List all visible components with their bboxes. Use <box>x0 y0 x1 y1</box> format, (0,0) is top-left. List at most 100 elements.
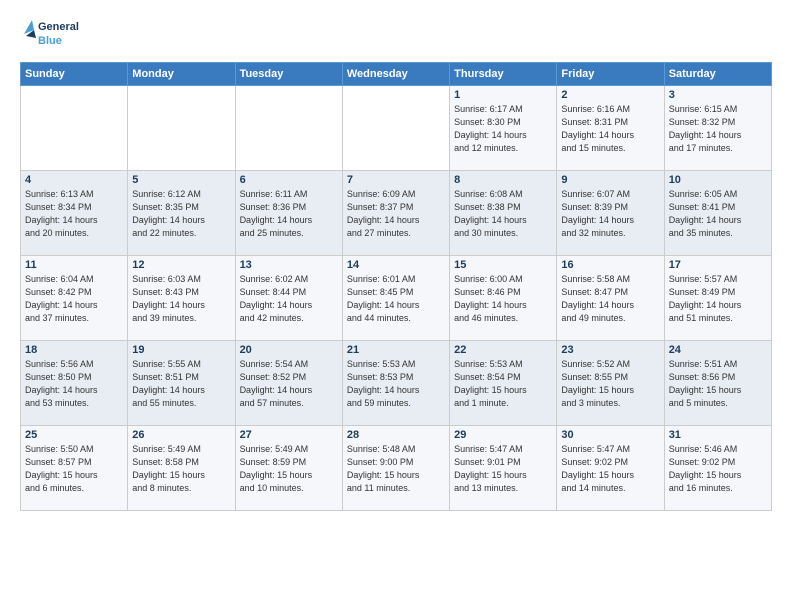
empty-cell <box>128 86 235 171</box>
day-number: 27 <box>240 429 338 441</box>
calendar-day-25: 25 Sunrise: 5:50 AM Sunset: 8:57 PM Dayli… <box>21 426 128 511</box>
day-info: Sunrise: 6:07 AM Sunset: 8:39 PM Dayligh… <box>561 188 659 240</box>
day-info: Sunrise: 6:03 AM Sunset: 8:43 PM Dayligh… <box>132 273 230 325</box>
day-info: Sunrise: 6:09 AM Sunset: 8:37 PM Dayligh… <box>347 188 445 240</box>
calendar-day-16: 16 Sunrise: 5:58 AM Sunset: 8:47 PM Dayli… <box>557 256 664 341</box>
day-number: 21 <box>347 344 445 356</box>
calendar-day-10: 10 Sunrise: 6:05 AM Sunset: 8:41 PM Dayli… <box>664 171 771 256</box>
logo-svg: General Blue <box>20 16 80 52</box>
header: General Blue <box>20 16 772 52</box>
day-info: Sunrise: 5:52 AM Sunset: 8:55 PM Dayligh… <box>561 358 659 410</box>
day-number: 1 <box>454 89 552 101</box>
calendar-week-3: 11 Sunrise: 6:04 AM Sunset: 8:42 PM Dayli… <box>21 256 772 341</box>
day-number: 24 <box>669 344 767 356</box>
day-info: Sunrise: 5:53 AM Sunset: 8:54 PM Dayligh… <box>454 358 552 410</box>
calendar-day-22: 22 Sunrise: 5:53 AM Sunset: 8:54 PM Dayli… <box>450 341 557 426</box>
day-info: Sunrise: 5:47 AM Sunset: 9:02 PM Dayligh… <box>561 443 659 495</box>
calendar-day-27: 27 Sunrise: 5:49 AM Sunset: 8:59 PM Dayli… <box>235 426 342 511</box>
calendar-day-17: 17Sunrise: 5:57 AM Sunset: 8:49 PM Dayli… <box>664 256 771 341</box>
svg-text:General: General <box>38 21 79 33</box>
day-info: Sunrise: 6:02 AM Sunset: 8:44 PM Dayligh… <box>240 273 338 325</box>
calendar-day-18: 18Sunrise: 5:56 AM Sunset: 8:50 PM Dayli… <box>21 341 128 426</box>
day-info: Sunrise: 5:58 AM Sunset: 8:47 PM Dayligh… <box>561 273 659 325</box>
day-info: Sunrise: 5:51 AM Sunset: 8:56 PM Dayligh… <box>669 358 767 410</box>
empty-cell <box>21 86 128 171</box>
calendar-day-2: 2 Sunrise: 6:16 AM Sunset: 8:31 PM Daylig… <box>557 86 664 171</box>
calendar-day-13: 13Sunrise: 6:02 AM Sunset: 8:44 PM Dayli… <box>235 256 342 341</box>
day-number: 7 <box>347 174 445 186</box>
day-number: 5 <box>132 174 230 186</box>
day-info: Sunrise: 6:16 AM Sunset: 8:31 PM Dayligh… <box>561 103 659 155</box>
calendar-week-2: 4 Sunrise: 6:13 AM Sunset: 8:34 PM Daylig… <box>21 171 772 256</box>
calendar-week-5: 25 Sunrise: 5:50 AM Sunset: 8:57 PM Dayli… <box>21 426 772 511</box>
day-number: 12 <box>132 259 230 271</box>
day-number: 20 <box>240 344 338 356</box>
day-number: 4 <box>25 174 123 186</box>
day-info: Sunrise: 6:04 AM Sunset: 8:42 PM Dayligh… <box>25 273 123 325</box>
calendar-table: SundayMondayTuesdayWednesdayThursdayFrid… <box>20 62 772 511</box>
calendar-day-28: 28 Sunrise: 5:48 AM Sunset: 9:00 PM Dayli… <box>342 426 449 511</box>
day-info: Sunrise: 5:49 AM Sunset: 8:59 PM Dayligh… <box>240 443 338 495</box>
day-info: Sunrise: 5:50 AM Sunset: 8:57 PM Dayligh… <box>25 443 123 495</box>
day-number: 30 <box>561 429 659 441</box>
day-info: Sunrise: 6:08 AM Sunset: 8:38 PM Dayligh… <box>454 188 552 240</box>
day-number: 25 <box>25 429 123 441</box>
day-info: Sunrise: 6:00 AM Sunset: 8:46 PM Dayligh… <box>454 273 552 325</box>
day-number: 22 <box>454 344 552 356</box>
calendar-day-5: 5 Sunrise: 6:12 AM Sunset: 8:35 PM Daylig… <box>128 171 235 256</box>
calendar-day-15: 15 Sunrise: 6:00 AM Sunset: 8:46 PM Dayli… <box>450 256 557 341</box>
day-number: 17 <box>669 259 767 271</box>
weekday-tuesday: Tuesday <box>235 63 342 86</box>
day-info: Sunrise: 6:13 AM Sunset: 8:34 PM Dayligh… <box>25 188 123 240</box>
day-number: 15 <box>454 259 552 271</box>
calendar-day-14: 14 Sunrise: 6:01 AM Sunset: 8:45 PM Dayli… <box>342 256 449 341</box>
day-info: Sunrise: 6:11 AM Sunset: 8:36 PM Dayligh… <box>240 188 338 240</box>
calendar-day-24: 24 Sunrise: 5:51 AM Sunset: 8:56 PM Dayli… <box>664 341 771 426</box>
day-number: 29 <box>454 429 552 441</box>
day-info: Sunrise: 6:12 AM Sunset: 8:35 PM Dayligh… <box>132 188 230 240</box>
day-number: 16 <box>561 259 659 271</box>
calendar-day-12: 12 Sunrise: 6:03 AM Sunset: 8:43 PM Dayli… <box>128 256 235 341</box>
empty-cell <box>235 86 342 171</box>
calendar-day-11: 11 Sunrise: 6:04 AM Sunset: 8:42 PM Dayli… <box>21 256 128 341</box>
day-number: 31 <box>669 429 767 441</box>
page: General Blue SundayMondayTuesdayWednesda… <box>0 0 792 612</box>
calendar-day-6: 6Sunrise: 6:11 AM Sunset: 8:36 PM Daylig… <box>235 171 342 256</box>
weekday-header-row: SundayMondayTuesdayWednesdayThursdayFrid… <box>21 63 772 86</box>
day-number: 9 <box>561 174 659 186</box>
calendar-day-26: 26 Sunrise: 5:49 AM Sunset: 8:58 PM Dayli… <box>128 426 235 511</box>
day-number: 11 <box>25 259 123 271</box>
logo: General Blue <box>20 16 80 52</box>
calendar-day-8: 8Sunrise: 6:08 AM Sunset: 8:38 PM Daylig… <box>450 171 557 256</box>
calendar-day-9: 9 Sunrise: 6:07 AM Sunset: 8:39 PM Daylig… <box>557 171 664 256</box>
calendar-day-30: 30 Sunrise: 5:47 AM Sunset: 9:02 PM Dayli… <box>557 426 664 511</box>
day-number: 10 <box>669 174 767 186</box>
calendar-day-3: 3Sunrise: 6:15 AM Sunset: 8:32 PM Daylig… <box>664 86 771 171</box>
day-info: Sunrise: 6:05 AM Sunset: 8:41 PM Dayligh… <box>669 188 767 240</box>
day-number: 3 <box>669 89 767 101</box>
calendar-day-1: 1Sunrise: 6:17 AM Sunset: 8:30 PM Daylig… <box>450 86 557 171</box>
day-info: Sunrise: 5:54 AM Sunset: 8:52 PM Dayligh… <box>240 358 338 410</box>
weekday-sunday: Sunday <box>21 63 128 86</box>
day-info: Sunrise: 5:53 AM Sunset: 8:53 PM Dayligh… <box>347 358 445 410</box>
day-number: 28 <box>347 429 445 441</box>
calendar-day-7: 7 Sunrise: 6:09 AM Sunset: 8:37 PM Daylig… <box>342 171 449 256</box>
day-info: Sunrise: 5:48 AM Sunset: 9:00 PM Dayligh… <box>347 443 445 495</box>
day-info: Sunrise: 5:56 AM Sunset: 8:50 PM Dayligh… <box>25 358 123 410</box>
day-info: Sunrise: 5:46 AM Sunset: 9:02 PM Dayligh… <box>669 443 767 495</box>
day-number: 14 <box>347 259 445 271</box>
day-number: 2 <box>561 89 659 101</box>
day-number: 19 <box>132 344 230 356</box>
day-number: 26 <box>132 429 230 441</box>
calendar-day-23: 23 Sunrise: 5:52 AM Sunset: 8:55 PM Dayli… <box>557 341 664 426</box>
weekday-thursday: Thursday <box>450 63 557 86</box>
calendar-day-29: 29Sunrise: 5:47 AM Sunset: 9:01 PM Dayli… <box>450 426 557 511</box>
day-info: Sunrise: 5:49 AM Sunset: 8:58 PM Dayligh… <box>132 443 230 495</box>
weekday-wednesday: Wednesday <box>342 63 449 86</box>
day-number: 23 <box>561 344 659 356</box>
day-info: Sunrise: 6:01 AM Sunset: 8:45 PM Dayligh… <box>347 273 445 325</box>
calendar-week-4: 18Sunrise: 5:56 AM Sunset: 8:50 PM Dayli… <box>21 341 772 426</box>
weekday-monday: Monday <box>128 63 235 86</box>
weekday-friday: Friday <box>557 63 664 86</box>
empty-cell <box>342 86 449 171</box>
